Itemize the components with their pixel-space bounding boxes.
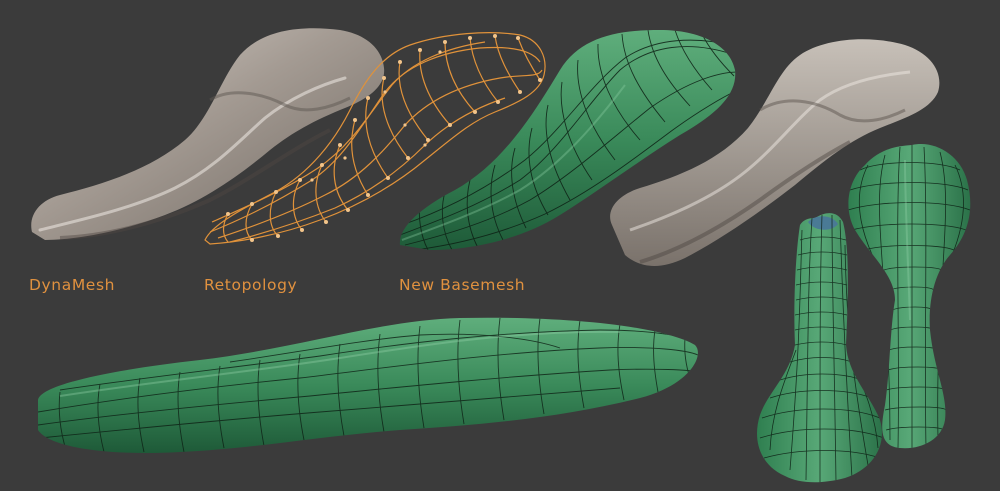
- sole-side-view: [38, 317, 698, 454]
- shoe-sole-retopology-figure: DynaMesh Retopology New Basemesh: [0, 0, 1000, 491]
- sole-bottom-view: [757, 213, 882, 483]
- dynamesh-sculpt: [31, 28, 385, 240]
- scene-illustration: [31, 28, 971, 483]
- retopology-label: Retopology: [204, 276, 298, 294]
- dynamesh-label: DynaMesh: [29, 276, 116, 294]
- new-basemesh-label: New Basemesh: [399, 276, 526, 294]
